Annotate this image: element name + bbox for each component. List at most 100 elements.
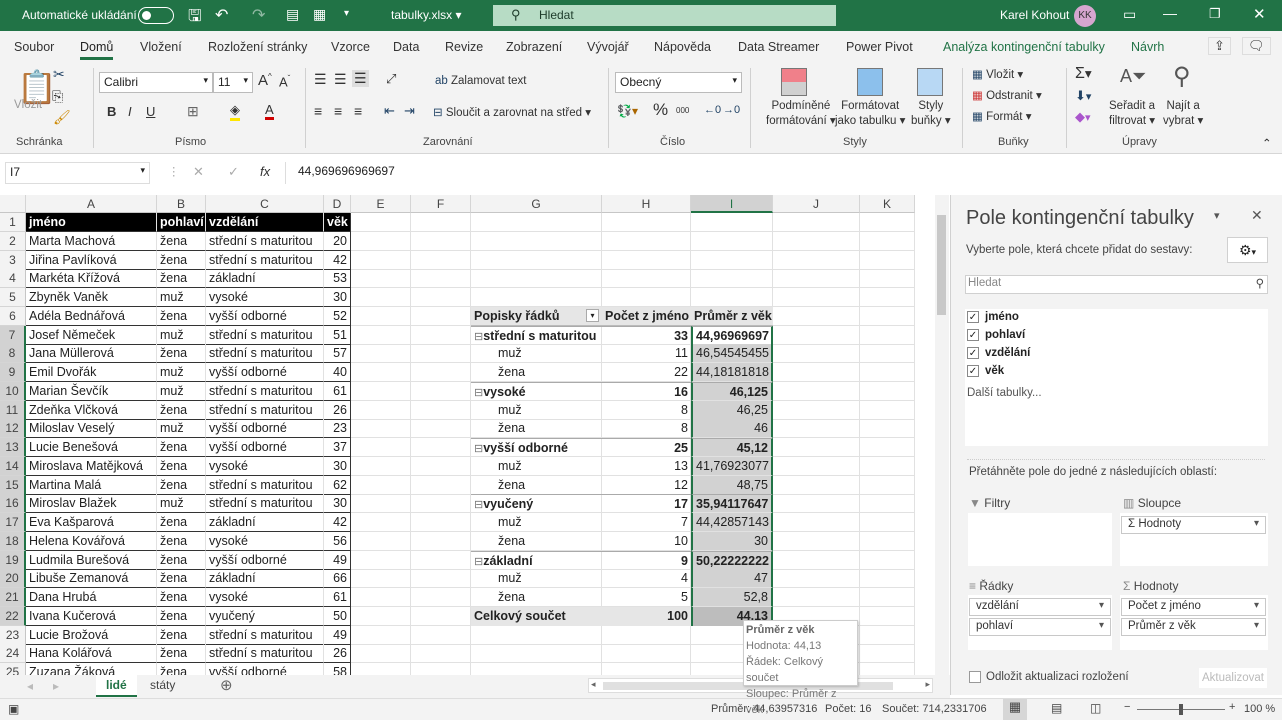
pivot-cell[interactable]: 30 xyxy=(691,531,773,551)
table-cell[interactable]: žena xyxy=(157,606,206,626)
cell[interactable] xyxy=(860,419,915,439)
table-cell[interactable]: Libuše Zemanová xyxy=(26,569,157,589)
enter-icon[interactable]: ✓ xyxy=(228,164,239,180)
comments-icon[interactable]: 🗨 xyxy=(1242,37,1271,55)
pivot-cell[interactable]: 46,125 xyxy=(691,381,773,401)
pivot-cell[interactable]: 44,42857143 xyxy=(691,513,773,532)
table-cell[interactable]: žena xyxy=(157,550,206,570)
cell[interactable] xyxy=(773,325,860,345)
field-item[interactable]: ✓ jméno xyxy=(967,311,1019,323)
row-header[interactable]: 20 xyxy=(0,569,26,589)
row-header[interactable]: 23 xyxy=(0,625,26,645)
cell[interactable] xyxy=(411,269,471,289)
pivot-cell[interactable]: muž xyxy=(471,457,602,476)
cell[interactable] xyxy=(411,231,471,251)
values-item[interactable]: Průměr z věk xyxy=(1121,618,1266,636)
tab-4[interactable]: Vzorce xyxy=(331,40,370,54)
cell[interactable] xyxy=(351,606,411,626)
bold-button[interactable]: B xyxy=(107,104,116,119)
cell[interactable] xyxy=(471,231,602,251)
table-cell[interactable]: 30 xyxy=(324,288,351,307)
column-header-D[interactable]: D xyxy=(324,195,351,213)
cell[interactable] xyxy=(691,288,773,307)
field-search-input[interactable]: Hledat ⚲ xyxy=(965,275,1268,294)
cancel-icon[interactable]: ✕ xyxy=(193,164,204,180)
cell[interactable] xyxy=(860,644,915,664)
pivot-cell[interactable]: 46,54545455 xyxy=(691,344,773,364)
thousands-button[interactable]: 000 xyxy=(676,106,689,115)
fill-icon[interactable]: ⬇▾ xyxy=(1075,88,1091,104)
collapse-icon[interactable]: ⊟ xyxy=(474,443,483,455)
table-cell[interactable]: Josef Němeček xyxy=(26,325,157,345)
table-cell[interactable]: žena xyxy=(157,438,206,457)
pivot-cell[interactable]: 7 xyxy=(602,513,691,532)
table-cell[interactable]: Marian Ševčík xyxy=(26,381,157,401)
pivot-cell[interactable]: 35,94117647 xyxy=(691,494,773,514)
table-cell[interactable]: střední s maturitou xyxy=(206,344,324,364)
pivot-cell[interactable]: žena xyxy=(471,419,602,439)
align-middle-icon[interactable]: ☰ xyxy=(334,71,347,88)
pivot-cell[interactable]: 48,75 xyxy=(691,475,773,495)
tab-12[interactable]: Analýza kontingenční tabulky xyxy=(943,40,1105,54)
cell[interactable] xyxy=(602,625,691,645)
values-item[interactable]: Počet z jméno xyxy=(1121,598,1266,616)
table-cell[interactable]: muž xyxy=(157,363,206,382)
cut-icon[interactable]: ✂ xyxy=(53,66,65,83)
table-cell[interactable]: 57 xyxy=(324,344,351,364)
cell[interactable] xyxy=(351,494,411,514)
pivot-cell[interactable]: muž xyxy=(471,344,602,364)
column-header-B[interactable]: B xyxy=(157,195,206,213)
clear-icon[interactable]: ◆▾ xyxy=(1075,109,1090,125)
table-header-cell[interactable]: věk xyxy=(324,213,351,232)
column-header-I[interactable]: I xyxy=(691,195,773,213)
columns-item[interactable]: Σ Hodnoty xyxy=(1121,516,1266,534)
next-sheet-icon[interactable]: ▸ xyxy=(53,679,59,693)
select-all-corner[interactable] xyxy=(0,195,26,213)
cell[interactable] xyxy=(411,644,471,664)
column-header-A[interactable]: A xyxy=(26,195,157,213)
cell[interactable] xyxy=(411,550,471,570)
pivot-cell[interactable]: 52,8 xyxy=(691,588,773,607)
format-painter-icon[interactable]: 🖌 xyxy=(53,109,71,126)
cell[interactable] xyxy=(411,400,471,420)
cell[interactable] xyxy=(351,475,411,495)
cell[interactable] xyxy=(411,569,471,589)
field-checkbox[interactable]: ✓ xyxy=(967,329,979,341)
zoom-out-icon[interactable]: − xyxy=(1124,701,1130,713)
row-header[interactable]: 9 xyxy=(0,363,26,382)
fill-color-icon[interactable]: ◈ xyxy=(230,102,240,121)
cell[interactable] xyxy=(773,438,860,457)
table-cell[interactable]: střední s maturitou xyxy=(206,400,324,420)
tab-13[interactable]: Návrh xyxy=(1131,40,1164,54)
table-cell[interactable]: žena xyxy=(157,250,206,270)
cell[interactable] xyxy=(860,400,915,420)
table-cell[interactable]: Markéta Křížová xyxy=(26,269,157,289)
cell[interactable] xyxy=(773,588,860,607)
cell[interactable] xyxy=(691,269,773,289)
close-icon[interactable]: ✕ xyxy=(1253,5,1266,23)
percent-button[interactable]: % xyxy=(653,100,668,120)
pivot-cell[interactable]: 22 xyxy=(602,363,691,382)
table-cell[interactable]: 30 xyxy=(324,494,351,514)
cell[interactable] xyxy=(351,363,411,382)
table-cell[interactable]: Adéla Bednářová xyxy=(26,306,157,326)
table-cell[interactable]: Martina Malá xyxy=(26,475,157,495)
table-cell[interactable]: 26 xyxy=(324,400,351,420)
table-cell[interactable]: žena xyxy=(157,400,206,420)
table-cell[interactable]: vysoké xyxy=(206,588,324,607)
autosum-icon[interactable]: Σ▾ xyxy=(1075,65,1092,83)
cell[interactable] xyxy=(471,288,602,307)
pivot-cell[interactable]: 13 xyxy=(602,457,691,476)
table-cell[interactable]: vyšší odborné xyxy=(206,419,324,439)
defer-update-checkbox[interactable] xyxy=(969,671,981,683)
cell[interactable] xyxy=(411,344,471,364)
cell[interactable] xyxy=(602,644,691,664)
table-cell[interactable]: Jiřina Pavlíková xyxy=(26,250,157,270)
table-cell[interactable]: vyšší odborné xyxy=(206,550,324,570)
row-header[interactable]: 15 xyxy=(0,475,26,495)
cell[interactable] xyxy=(860,363,915,382)
cell[interactable] xyxy=(351,250,411,270)
align-right-icon[interactable]: ≡ xyxy=(354,103,362,119)
cell[interactable] xyxy=(773,269,860,289)
cell[interactable] xyxy=(411,381,471,401)
